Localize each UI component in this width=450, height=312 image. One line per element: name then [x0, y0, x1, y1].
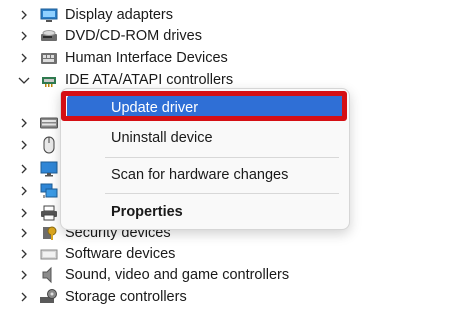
speaker-icon — [39, 266, 59, 284]
chevron-down-icon[interactable] — [17, 73, 31, 87]
chevron-right-icon[interactable] — [17, 290, 31, 304]
tree-item-sound-controllers[interactable]: Sound, video and game controllers — [0, 264, 450, 286]
menu-item-label: Properties — [111, 204, 183, 220]
tree-item-dvd-drives[interactable]: DVD/CD-ROM drives — [0, 25, 450, 47]
tree-item-label: DVD/CD-ROM drives — [65, 28, 202, 44]
chevron-right-icon[interactable] — [17, 138, 31, 152]
dvd-drive-icon — [39, 27, 59, 45]
security-device-icon — [39, 224, 59, 242]
chevron-right-icon[interactable] — [17, 206, 31, 220]
monitor-icon — [39, 160, 59, 178]
menu-separator — [105, 193, 339, 194]
tree-item-label: IDE ATA/ATAPI controllers — [65, 72, 234, 88]
tree-item-hid[interactable]: Human Interface Devices — [0, 47, 450, 69]
scan-hardware-menu-item[interactable]: Scan for hardware changes — [67, 162, 343, 188]
menu-item-label: Uninstall device — [111, 130, 213, 146]
chevron-right-icon[interactable] — [17, 29, 31, 43]
menu-separator — [105, 157, 339, 158]
display-adapter-icon — [39, 6, 59, 24]
chevron-right-icon[interactable] — [17, 268, 31, 282]
software-device-icon — [39, 245, 59, 263]
chevron-right-icon[interactable] — [17, 247, 31, 261]
keyboard-icon — [39, 114, 59, 132]
chevron-right-icon[interactable] — [17, 184, 31, 198]
tree-item-label: Software devices — [65, 246, 176, 262]
network-adapter-icon — [39, 182, 59, 200]
chevron-right-icon[interactable] — [17, 162, 31, 176]
chevron-right-icon[interactable] — [17, 116, 31, 130]
menu-item-label: Scan for hardware changes — [111, 167, 289, 183]
update-driver-menu-item[interactable]: Update driver — [67, 95, 343, 121]
tree-item-storage-controllers[interactable]: Storage controllers — [0, 286, 450, 308]
ide-controller-icon — [39, 71, 59, 89]
properties-menu-item[interactable]: Properties — [67, 199, 343, 225]
tree-item-label: Display adapters — [65, 7, 173, 23]
tree-item-software-devices[interactable]: Software devices — [0, 243, 450, 265]
printer-icon — [39, 204, 59, 222]
context-menu: Update driver Uninstall device Scan for … — [60, 88, 350, 230]
tree-item-label: Human Interface Devices — [65, 50, 228, 66]
chevron-right-icon[interactable] — [17, 226, 31, 240]
chevron-right-icon[interactable] — [17, 51, 31, 65]
uninstall-device-menu-item[interactable]: Uninstall device — [67, 125, 343, 151]
chevron-right-icon[interactable] — [17, 8, 31, 22]
tree-item-label: Storage controllers — [65, 289, 187, 305]
mouse-icon — [39, 136, 59, 154]
tree-item-label: Sound, video and game controllers — [65, 267, 290, 283]
tree-item-display-adapters[interactable]: Display adapters — [0, 4, 450, 26]
menu-item-label: Update driver — [111, 100, 199, 116]
storage-controller-icon — [39, 288, 59, 306]
hid-icon — [39, 49, 59, 67]
